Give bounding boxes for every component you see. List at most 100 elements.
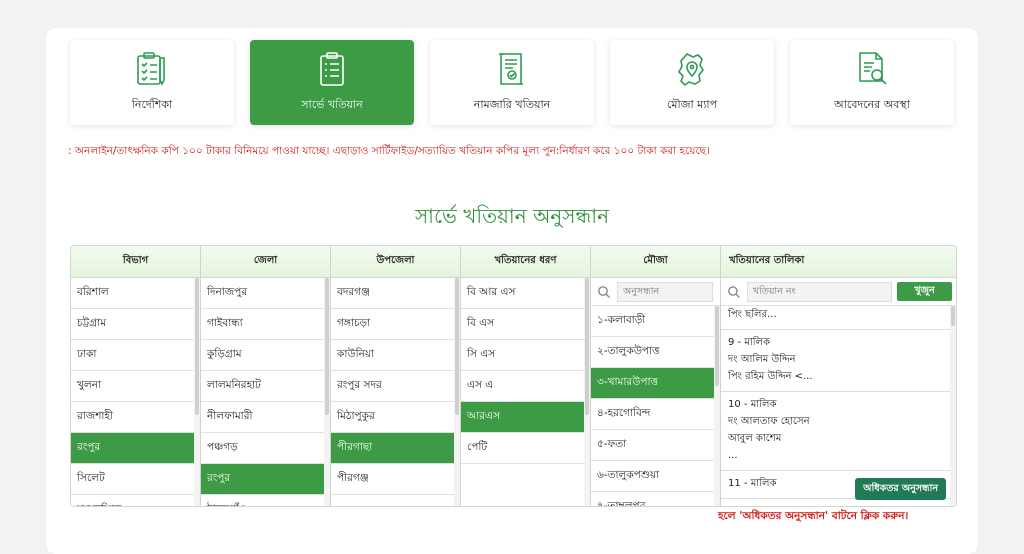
district-list: দিনাজপুর গাইবান্ধা কুড়িগ্রাম লালমনিরহাট নীল… [201,278,330,506]
khatian-type-item[interactable]: পেটি [461,433,584,464]
khatian-type-item[interactable]: বি এস [461,309,584,340]
tile-label: আবেদনের অবস্থা [834,98,910,111]
scrollbar[interactable] [454,278,460,506]
khatian-entry-line: 10 - মালিক [728,399,777,410]
column-header: খতিয়ানের তালিকা [721,246,956,278]
district-item[interactable]: পঞ্চগড় [201,433,324,464]
division-item[interactable]: রংপুর [71,433,194,464]
khatian-entry-line: পিং ছলির... [728,309,777,320]
khatian-type-item[interactable]: বি আর এস [461,278,584,309]
upazila-item[interactable]: রংপুর সদর [331,371,454,402]
khatian-type-list: বি আর এস বি এস সি এস এস এ আরএস পেটি [461,278,590,506]
district-item[interactable]: রংপুর [201,464,324,495]
upazila-item[interactable]: পীরগঞ্জ [331,464,454,495]
khatian-entry-line: দং আলিম উদ্দিন [728,354,796,365]
scrollbar[interactable] [324,278,330,506]
tile-label: মৌজা ম্যাপ [666,98,718,111]
clipboard-icon [320,52,344,86]
division-item[interactable]: রাজশাহী [71,402,194,433]
mouza-search [591,278,720,306]
column-header: খতিয়ানের ধরণ [461,246,590,278]
khatian-entry-line: 9 - মালিক [728,337,771,348]
tile-mouza-map[interactable]: মৌজা ম্যাপ [610,40,774,125]
column-division: বিভাগ বরিশাল চট্টগ্রাম ঢাকা খুলনা রাজশাহী রংপ… [71,246,201,506]
page-title: সার্ভে খতিয়ান অনুসন্ধান [414,204,610,228]
mouza-item[interactable]: ৩-খামারউপাত্ত [591,368,714,399]
khatian-number-input[interactable] [746,281,893,302]
column-district: জেলা দিনাজপুর গাইবান্ধা কুড়িগ্রাম লালমনিরহ… [201,246,331,506]
district-item[interactable]: কুড়িগ্রাম [201,340,324,371]
upazila-item[interactable]: পীরগাছা [331,433,454,464]
search-icon [728,285,740,298]
district-item[interactable]: নীলফামারী [201,402,324,433]
division-item[interactable]: খুলনা [71,371,194,402]
khatian-entry[interactable]: 9 - মালিক দং আলিম উদ্দিন পিং রহিম উদ্দিন <… [721,330,950,392]
district-item[interactable]: দিনাজপুর [201,278,324,309]
mouza-search-input[interactable] [617,281,713,302]
tile-label: সার্ভে খতিয়ান [301,98,363,111]
search-grid: বিভাগ বরিশাল চট্টগ্রাম ঢাকা খুলনা রাজশাহী রংপ… [70,245,957,507]
division-list: বরিশাল চট্টগ্রাম ঢাকা খুলনা রাজশাহী রংপুর সিলে… [71,278,200,506]
khatian-type-item[interactable]: এস এ [461,371,584,402]
column-header: মৌজা [591,246,720,278]
scrollbar[interactable] [714,306,720,506]
scrollbar[interactable] [950,306,956,506]
main-card: নির্দেশিকা সার্ভে খতিয়ান নামজারি খতিয়া… [46,28,978,554]
checklist-icon [137,52,165,86]
mouza-item[interactable]: ৫-ফতা [591,430,714,461]
tile-survey-khatian[interactable]: সার্ভে খতিয়ান [250,40,414,125]
khatian-search: খুজুন [721,278,956,306]
mouza-item[interactable]: ২-তালুকউপাত্ত [591,337,714,368]
tile-namjari-khatian[interactable]: নামজারি খতিয়ান [430,40,594,125]
khatian-list: পিং ছলির... 9 - মালিক দং আলিম উদ্দিন পিং রহ… [721,306,956,506]
scrollbar[interactable] [194,278,200,506]
column-header: উপজেলা [331,246,460,278]
khatian-entry[interactable]: 10 - মালিক দং আলতাফ হোসেন আবুল কাশেম... [721,392,950,471]
khatian-entry-line: পিং রহিম উদ্দিন <... [728,371,813,382]
tile-label: নির্দেশিকা [131,98,173,111]
more-search-button[interactable]: অধিকতর অনুসন্ধান [855,478,946,500]
khatian-entry[interactable]: পিং ছলির... [721,306,950,330]
upazila-item[interactable]: গঙ্গাচড়া [331,309,454,340]
search-button[interactable]: খুজুন [897,282,952,301]
tile-nirdeshika[interactable]: নির্দেশিকা [70,40,234,125]
khatian-entry-line: ... [728,450,738,461]
division-item[interactable]: সিলেট [71,464,194,495]
search-icon [598,285,610,298]
upazila-item[interactable]: মিঠাপুকুর [331,402,454,433]
certificate-icon [499,53,523,85]
service-tiles: নির্দেশিকা সার্ভে খতিয়ান নামজারি খতিয়া… [70,40,954,125]
khatian-type-item[interactable]: সি এস [461,340,584,371]
map-pin-icon [678,53,704,87]
division-item[interactable]: ঢাকা [71,340,194,371]
hint-text: হলে 'অধিকতর অনুসন্ধান' বাটনে ক্লিক করুন। [718,510,909,522]
upazila-list: বদরগঞ্জ গঙ্গাচড়া কাউনিয়া রংপুর সদর মিঠাপুক… [331,278,460,506]
column-upazila: উপজেলা বদরগঞ্জ গঙ্গাচড়া কাউনিয়া রংপুর সদর… [331,246,461,506]
khatian-entry-line: দং আলতাফ হোসেন [728,416,810,427]
upazila-item[interactable]: বদরগঞ্জ [331,278,454,309]
mouza-item[interactable]: ১-কলাবাড়ী [591,306,714,337]
tile-label: নামজারি খতিয়ান [473,98,551,111]
division-item[interactable]: বরিশাল [71,278,194,309]
column-khatian-list: খতিয়ানের তালিকা খুজুন পিং ছলির... 9 - মা… [721,246,956,506]
column-mouza: মৌজা ১-কলাবাড়ী২-তালুকউপাত্ত৩-খামারউপাত্… [591,246,721,506]
division-item[interactable]: ময়মনসিংহ [71,495,194,506]
column-header: বিভাগ [71,246,200,278]
khatian-type-item[interactable]: আরএস [461,402,584,433]
document-search-icon [859,52,887,85]
notice-text: : অনলাইন/তাৎক্ষনিক কপি ১০০ টাকার বিনিময়… [68,145,710,157]
district-item[interactable]: গাইবান্ধা [201,309,324,340]
tile-application-status[interactable]: আবেদনের অবস্থা [790,40,954,125]
mouza-item[interactable]: ৬-তালুকপশুয়া [591,461,714,492]
mouza-item[interactable]: ৭-তাম্বুলপুর [591,492,714,506]
khatian-entry-line: আবুল কাশেম [728,433,782,444]
division-item[interactable]: চট্টগ্রাম [71,309,194,340]
column-khatian-type: খতিয়ানের ধরণ বি আর এস বি এস সি এস এস এ আরএস… [461,246,591,506]
column-header: জেলা [201,246,330,278]
mouza-list: ১-কলাবাড়ী ২-তালুকউপাত্ত ৩-খামারউপাত্ত ৪-হর… [591,306,720,506]
mouza-item[interactable]: ৪-হরগোবিন্দ [591,399,714,430]
district-item[interactable]: ঠাকুরগাঁও [201,495,324,506]
district-item[interactable]: লালমনিরহাট [201,371,324,402]
upazila-item[interactable]: কাউনিয়া [331,340,454,371]
scrollbar[interactable] [584,278,590,506]
